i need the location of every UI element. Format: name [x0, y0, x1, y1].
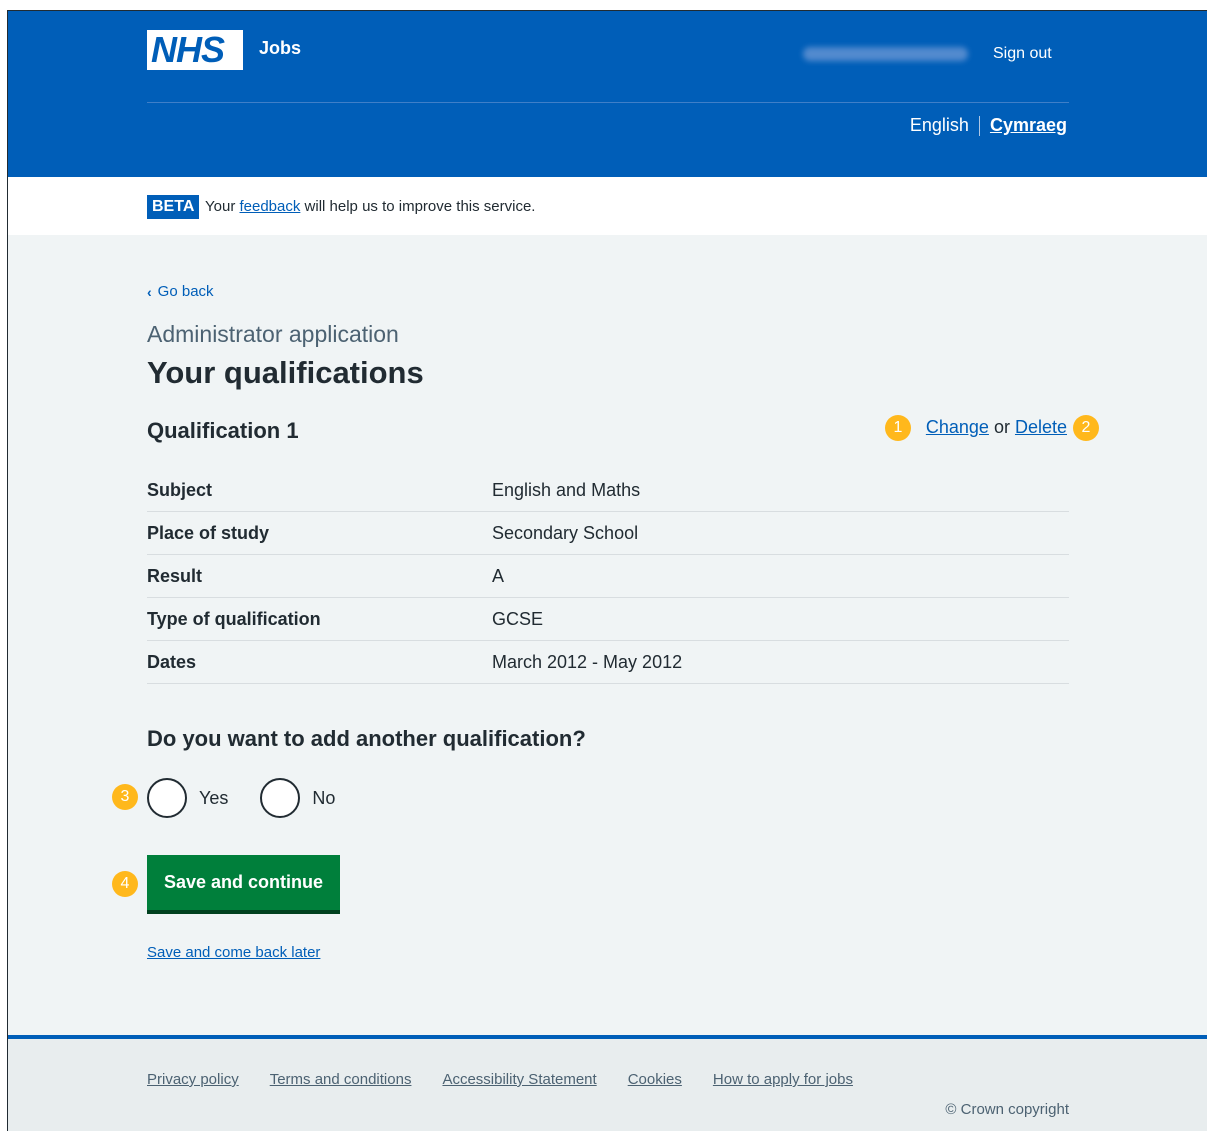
radio-yes-label[interactable]: Yes: [199, 788, 228, 809]
change-link[interactable]: Change: [926, 417, 989, 437]
radio-yes-circle[interactable]: [147, 778, 187, 818]
radio-no-circle[interactable]: [260, 778, 301, 818]
beta-tag: BETA: [147, 195, 200, 219]
header-divider: [147, 102, 1069, 103]
go-back-link[interactable]: ‹ Go back: [147, 283, 214, 300]
add-another-radios: Yes No: [147, 778, 367, 818]
save-and-continue-button[interactable]: Save and continue: [147, 855, 340, 910]
delete-link[interactable]: Delete: [1015, 417, 1067, 437]
row-value: GCSE: [492, 608, 544, 629]
row-key: Result: [147, 565, 203, 586]
footer-link-accessibility[interactable]: Accessibility Statement: [442, 1071, 596, 1088]
row-key: Type of qualification: [147, 608, 321, 629]
row-value: Secondary School: [492, 522, 639, 543]
save-and-come-back-later-link[interactable]: Save and come back later: [147, 944, 320, 961]
row-key: Dates: [147, 651, 197, 672]
go-back-label: Go back: [157, 283, 214, 300]
beta-text-after: will help us to improve this service.: [304, 198, 536, 215]
qualification-summary: Subject English and Maths Place of study…: [147, 469, 1069, 684]
user-name-blurred: [803, 47, 968, 61]
language-separator: [978, 115, 980, 136]
page-title: Your qualifications: [147, 355, 424, 390]
site-header: NHS Jobs Sign out English Cymraeg: [8, 11, 1207, 177]
annotation-badge-4: 4: [112, 871, 138, 897]
footer-links: Privacy policy Terms and conditions Acce…: [147, 1071, 853, 1088]
radio-no-label[interactable]: No: [312, 788, 335, 809]
annotation-badge-3: 3: [112, 784, 138, 810]
nhs-logo[interactable]: NHS: [147, 30, 243, 70]
annotation-badge-2: 2: [1073, 415, 1099, 441]
add-another-question: Do you want to add another qualification…: [147, 726, 586, 751]
language-cymraeg-link[interactable]: Cymraeg: [990, 115, 1067, 136]
annotation-badge-1: 1: [885, 415, 911, 441]
beta-banner: BETA Your feedback will help us to impro…: [8, 177, 1207, 235]
feedback-link[interactable]: feedback: [239, 198, 300, 215]
row-key: Place of study: [147, 522, 270, 543]
footer-link-privacy[interactable]: Privacy policy: [147, 1071, 239, 1088]
site-footer: Privacy policy Terms and conditions Acce…: [8, 1035, 1207, 1131]
row-value: A: [492, 565, 505, 586]
footer-link-how-to-apply[interactable]: How to apply for jobs: [713, 1071, 853, 1088]
radio-yes[interactable]: Yes: [147, 778, 228, 818]
page-caption: Administrator application: [147, 321, 399, 347]
table-row: Type of qualification GCSE: [147, 598, 1069, 641]
footer-link-terms[interactable]: Terms and conditions: [270, 1071, 412, 1088]
nhs-logo-text: NHS: [151, 29, 225, 70]
row-value: English and Maths: [492, 479, 641, 500]
row-value: March 2012 - May 2012: [492, 651, 683, 672]
sign-out-link[interactable]: Sign out: [993, 45, 1052, 63]
table-row: Place of study Secondary School: [147, 512, 1069, 555]
chevron-left-icon: ‹: [147, 283, 152, 300]
table-row: Result A: [147, 555, 1069, 598]
table-row: Subject English and Maths: [147, 469, 1069, 512]
radio-no[interactable]: No: [260, 778, 335, 818]
language-switcher: English Cymraeg: [910, 115, 1067, 136]
footer-link-cookies[interactable]: Cookies: [628, 1071, 682, 1088]
service-name[interactable]: Jobs: [259, 38, 301, 59]
or-text: or: [993, 417, 1010, 437]
copyright: © Crown copyright: [945, 1101, 1069, 1118]
row-key: Subject: [147, 479, 213, 500]
language-english: English: [909, 115, 969, 135]
qualification-heading: Qualification 1: [147, 418, 299, 443]
page-frame: NHS Jobs Sign out English Cymraeg BETA Y…: [7, 10, 1207, 1131]
beta-text: Your feedback will help us to improve th…: [205, 198, 535, 215]
beta-text-before: Your: [205, 198, 236, 215]
qualification-actions: Change or Delete: [926, 417, 1067, 438]
table-row: Dates March 2012 - May 2012: [147, 641, 1069, 684]
